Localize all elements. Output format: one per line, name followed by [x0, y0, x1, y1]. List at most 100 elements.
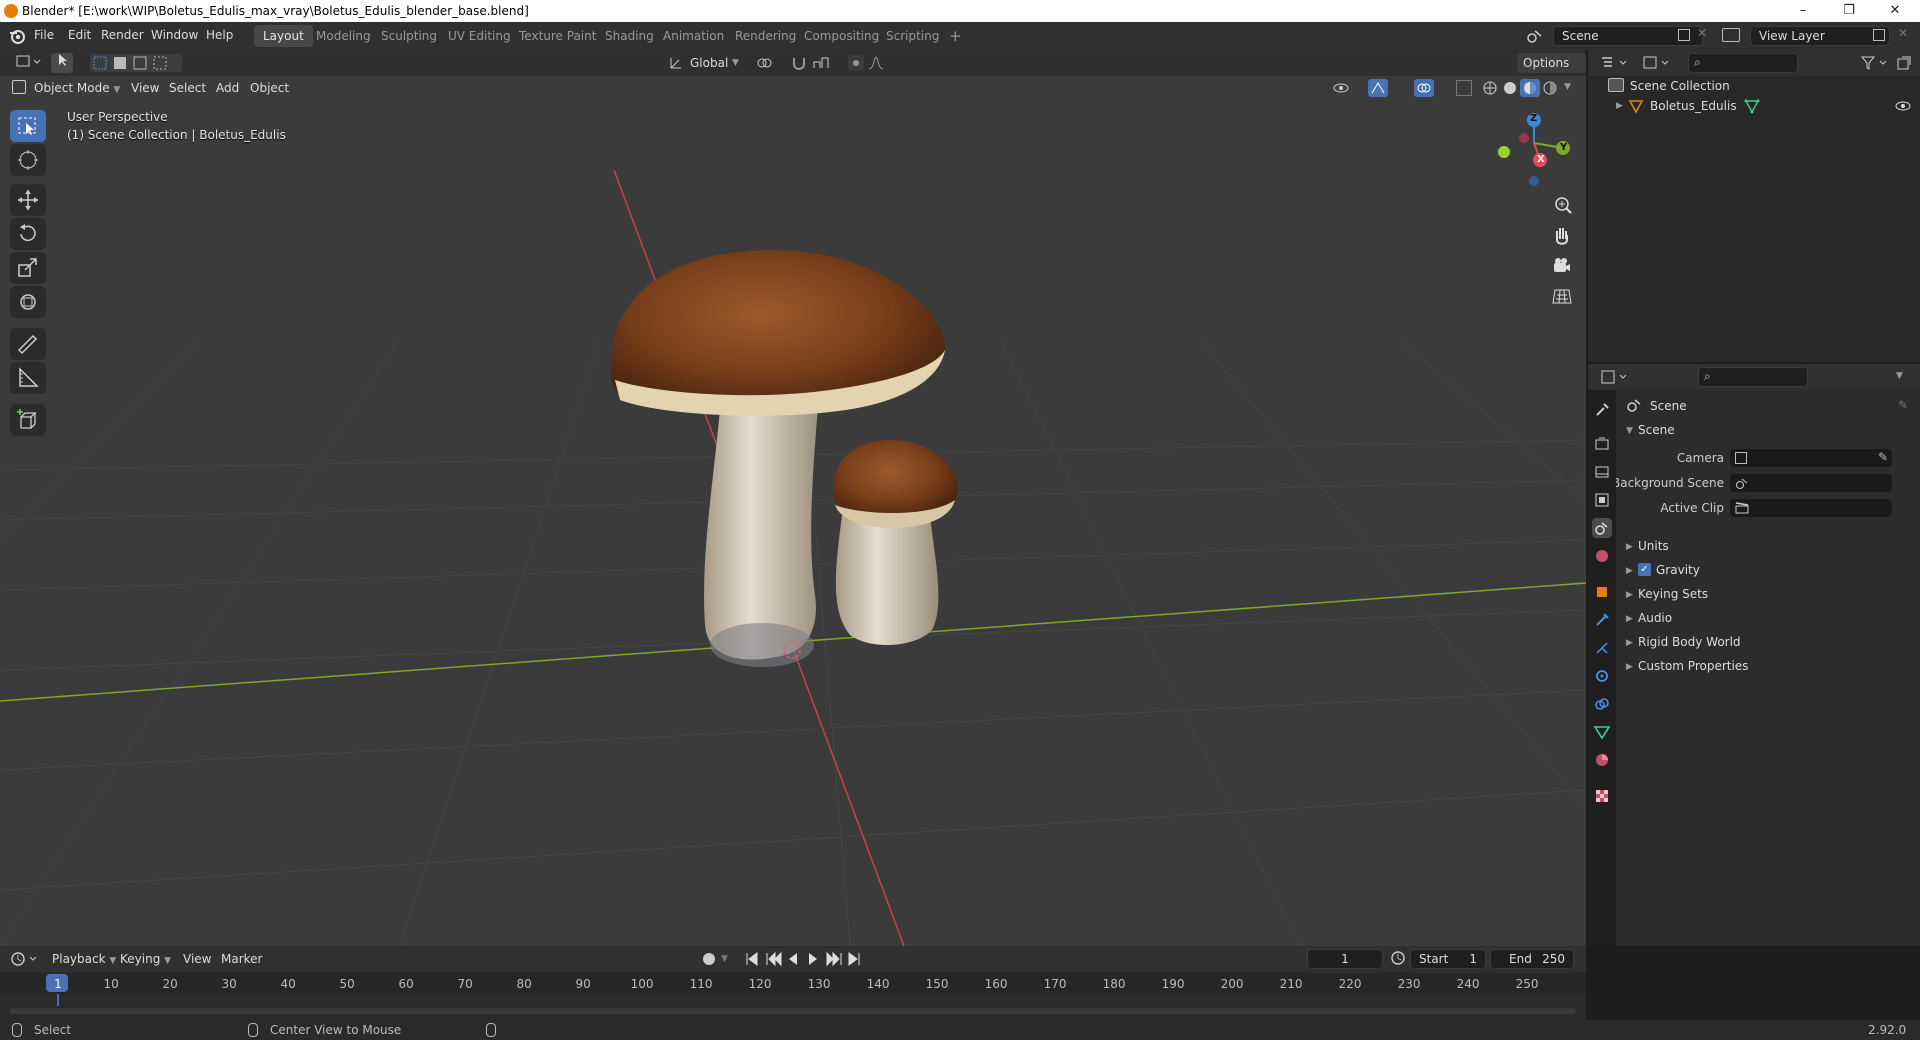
- active-clip-field[interactable]: [1730, 499, 1892, 517]
- preview-range-icon[interactable]: [1390, 950, 1406, 966]
- select-box-tool[interactable]: [10, 110, 46, 142]
- visibility-filter-icon[interactable]: [1332, 80, 1350, 96]
- timeline-scrollbar[interactable]: [10, 1008, 1576, 1014]
- outliner-object-boletus[interactable]: Boletus_Edulis: [1650, 99, 1737, 113]
- properties-editor-type-icon[interactable]: [1600, 369, 1630, 385]
- tab-modeling[interactable]: Modeling: [307, 25, 380, 47]
- solid-shading-icon[interactable]: [1502, 80, 1518, 96]
- delete-scene-icon[interactable]: ✕: [1697, 26, 1707, 40]
- gizmo-toggle-icon[interactable]: [1368, 79, 1388, 97]
- subpanel-keying-sets[interactable]: Keying Sets: [1638, 587, 1708, 601]
- snap-target-icon[interactable]: [812, 54, 834, 72]
- options-dropdown[interactable]: Options ▼: [1517, 53, 1586, 90]
- material-tab-icon[interactable]: [1592, 750, 1612, 770]
- measure-tool[interactable]: [10, 362, 46, 394]
- world-tab-icon[interactable]: [1592, 546, 1612, 566]
- timeline-menu-playback[interactable]: Playback ▼: [46, 949, 122, 969]
- selection-mode-buttons[interactable]: [90, 54, 182, 72]
- rendered-shading-icon[interactable]: [1542, 80, 1558, 96]
- tool-tab-icon[interactable]: [1592, 400, 1612, 420]
- camera-field[interactable]: [1730, 449, 1892, 467]
- texture-tab-icon[interactable]: [1592, 786, 1612, 806]
- subpanel-gravity[interactable]: Gravity: [1656, 563, 1700, 577]
- transform-orientation-dropdown[interactable]: Global: [684, 53, 734, 73]
- new-view-layer-icon[interactable]: [1873, 29, 1885, 41]
- select-mode-icon[interactable]: [51, 53, 73, 73]
- output-tab-icon[interactable]: [1592, 462, 1612, 482]
- scene-panel-title[interactable]: Scene: [1638, 423, 1675, 437]
- background-scene-field[interactable]: [1730, 474, 1892, 492]
- pivot-point-icon[interactable]: [755, 54, 773, 72]
- new-collection-icon[interactable]: [1896, 55, 1912, 71]
- rotate-tool[interactable]: [10, 218, 46, 250]
- properties-options-chevron-icon[interactable]: ▼: [1896, 371, 1903, 381]
- object-mode-dropdown[interactable]: Object Mode ▼: [28, 78, 126, 98]
- constraints-tab-icon[interactable]: [1592, 694, 1612, 714]
- viewport-3d[interactable]: [0, 50, 1586, 946]
- timeline-menu-marker[interactable]: Marker: [215, 949, 268, 969]
- tab-layout[interactable]: Layout: [254, 25, 313, 47]
- subpanel-units[interactable]: Units: [1638, 539, 1669, 553]
- menu-window[interactable]: Window: [151, 28, 198, 42]
- proportional-editing-icon[interactable]: [848, 55, 864, 71]
- subpanel-custom-properties[interactable]: Custom Properties: [1638, 659, 1748, 673]
- menu-render[interactable]: Render: [101, 28, 144, 42]
- display-mode-icon[interactable]: [1642, 55, 1672, 71]
- menu-edit[interactable]: Edit: [68, 28, 91, 42]
- shading-options-chevron-icon[interactable]: ▼: [1564, 82, 1571, 92]
- gravity-arrow-icon[interactable]: ▶: [1626, 566, 1633, 576]
- camera-view-icon[interactable]: [1548, 252, 1576, 280]
- pin-icon[interactable]: ✎: [1898, 398, 1908, 412]
- menu-help[interactable]: Help: [206, 28, 233, 42]
- add-cube-tool[interactable]: [10, 404, 46, 436]
- outliner-search-input[interactable]: [1688, 53, 1798, 73]
- view-layer-tab-icon[interactable]: [1592, 490, 1612, 510]
- properties-search-input[interactable]: [1698, 367, 1808, 387]
- timeline-menu-view[interactable]: View: [177, 949, 217, 969]
- playback-controls[interactable]: [745, 951, 865, 967]
- annotate-tool[interactable]: [10, 328, 46, 360]
- pan-hand-icon[interactable]: [1548, 222, 1576, 250]
- subpanel-rigid-body-world[interactable]: Rigid Body World: [1638, 635, 1741, 649]
- current-frame-field[interactable]: 1: [1307, 949, 1383, 969]
- subpanel-audio[interactable]: Audio: [1638, 611, 1672, 625]
- add-workspace-button[interactable]: +: [940, 25, 971, 47]
- scene-tab-icon[interactable]: [1592, 518, 1612, 538]
- data-tab-icon[interactable]: [1592, 722, 1612, 742]
- cursor-tool[interactable]: [10, 144, 46, 176]
- transform-tool[interactable]: [10, 286, 46, 318]
- snap-icon[interactable]: [790, 54, 808, 72]
- start-frame-field[interactable]: Start 1: [1410, 949, 1486, 969]
- tab-rendering[interactable]: Rendering: [726, 25, 805, 47]
- scene-selector-icon[interactable]: [1525, 27, 1549, 45]
- material-preview-shading-icon[interactable]: [1520, 79, 1540, 97]
- orthographic-toggle-icon[interactable]: [1548, 282, 1576, 310]
- visibility-eye-icon[interactable]: [1894, 99, 1912, 113]
- record-icon[interactable]: [703, 953, 715, 965]
- filter-icon[interactable]: [1860, 55, 1890, 71]
- physics-tab-icon[interactable]: [1592, 666, 1612, 686]
- view-layer-name-field[interactable]: View Layer: [1750, 26, 1890, 46]
- tab-compositing[interactable]: Compositing: [795, 25, 888, 47]
- rigid-body-arrow-icon[interactable]: ▶: [1626, 638, 1633, 648]
- tab-shading[interactable]: Shading: [596, 25, 663, 47]
- modifier-tab-icon[interactable]: [1592, 610, 1612, 630]
- maximize-button[interactable]: ❐: [1826, 0, 1872, 22]
- scale-tool[interactable]: [10, 252, 46, 284]
- tab-animation[interactable]: Animation: [654, 25, 733, 47]
- close-button[interactable]: ✕: [1872, 0, 1918, 22]
- falloff-icon[interactable]: [868, 55, 884, 71]
- tab-scripting[interactable]: Scripting: [877, 25, 948, 47]
- gravity-checkbox[interactable]: ✓: [1638, 563, 1651, 576]
- blender-menu-icon[interactable]: [8, 27, 26, 45]
- editor-type-icon[interactable]: [10, 53, 48, 73]
- new-scene-icon[interactable]: [1678, 29, 1690, 41]
- custom-props-arrow-icon[interactable]: ▶: [1626, 662, 1633, 672]
- render-tab-icon[interactable]: [1592, 434, 1612, 454]
- timeline-editor-type-icon[interactable]: [10, 950, 40, 968]
- view-layer-selector-icon[interactable]: [1722, 28, 1740, 42]
- keying-sets-arrow-icon[interactable]: ▶: [1626, 590, 1633, 600]
- outliner-editor-type-icon[interactable]: [1600, 55, 1630, 71]
- delete-view-layer-icon[interactable]: ✕: [1898, 26, 1908, 40]
- outliner-scene-collection[interactable]: Scene Collection: [1630, 79, 1730, 93]
